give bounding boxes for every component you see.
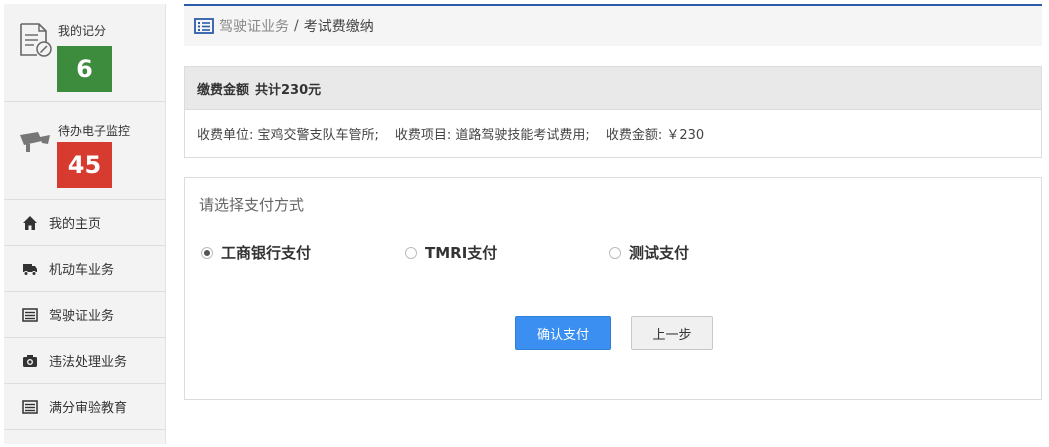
- radio-selected-dot: [204, 249, 210, 256]
- breadcrumb: 驾驶证业务 / 考试费缴纳: [184, 4, 1042, 46]
- radio-label: 测试支付: [629, 244, 690, 262]
- fee-amount: 收费金额: ￥230: [605, 128, 705, 143]
- radio-circle[interactable]: [405, 246, 417, 259]
- breadcrumb-parent-link[interactable]: 驾驶证业务: [219, 16, 289, 36]
- my-points-card[interactable]: 我的记分 6: [4, 4, 165, 102]
- sidebar-item-label: 我的主页: [49, 217, 102, 232]
- radio-circle[interactable]: [609, 246, 621, 259]
- radio-tmri-pay[interactable]: TMRI支付: [405, 242, 497, 263]
- fee-details: 收费单位: 宝鸡交警支队车管所; 收费项目: 道路驾驶技能考试费用; 收费金额:…: [185, 110, 1041, 157]
- home-icon: [23, 215, 37, 230]
- sidebar-item-vehicle[interactable]: 机动车业务: [4, 246, 165, 292]
- my-points-count: 6: [57, 46, 112, 92]
- surveillance-camera-icon: [20, 132, 50, 152]
- camera-icon: [23, 354, 37, 367]
- payment-panel: 请选择支付方式 工商银行支付 TMRI支付 测试支付 确认支付 上一步: [184, 177, 1042, 400]
- fee-total: 共计230元: [255, 82, 322, 98]
- truck-icon: [23, 263, 37, 276]
- sidebar-item-label: 机动车业务: [49, 263, 115, 278]
- sidebar-item-violation[interactable]: 违法处理业务: [4, 338, 165, 384]
- sidebar-item-label: 驾驶证业务: [49, 309, 115, 324]
- sidebar-item-license[interactable]: 驾驶证业务: [4, 292, 165, 338]
- sidebar: 我的记分 6 待办电子监控 45 我的主页 机动车业务 驾驶证业务 违法处理业务…: [4, 4, 166, 444]
- radio-icbc-pay[interactable]: 工商银行支付: [201, 242, 311, 263]
- radio-label: TMRI支付: [425, 244, 498, 262]
- previous-step-button[interactable]: 上一步: [631, 316, 713, 350]
- fee-panel-header: 缴费金额 共计230元: [185, 67, 1041, 110]
- confirm-payment-button[interactable]: 确认支付: [515, 316, 611, 350]
- my-points-label: 我的记分: [58, 24, 107, 38]
- pending-monitoring-label: 待办电子监控: [58, 124, 131, 138]
- radio-test-pay[interactable]: 测试支付: [609, 242, 689, 263]
- sidebar-item-home[interactable]: 我的主页: [4, 200, 165, 246]
- list-icon: [22, 307, 38, 322]
- breadcrumb-current: 考试费缴纳: [303, 19, 374, 35]
- document-edit-icon: [20, 23, 52, 57]
- radio-label: 工商银行支付: [221, 244, 312, 262]
- fee-unit: 收费单位: 宝鸡交警支队车管所;: [197, 128, 379, 143]
- fee-item: 收费项目: 道路驾驶技能考试费用;: [394, 128, 590, 143]
- fee-panel: 缴费金额 共计230元 收费单位: 宝鸡交警支队车管所; 收费项目: 道路驾驶技…: [184, 66, 1042, 158]
- sidebar-item-label: 违法处理业务: [49, 355, 128, 370]
- list-icon: [194, 18, 214, 34]
- fee-panel-title: 缴费金额: [197, 82, 250, 98]
- list-icon: [22, 399, 38, 414]
- payment-method-title: 请选择支付方式: [199, 196, 305, 214]
- sidebar-item-education[interactable]: 满分审验教育: [4, 384, 165, 430]
- radio-circle[interactable]: [201, 246, 213, 259]
- pending-monitoring-count: 45: [57, 142, 112, 188]
- sidebar-item-label: 满分审验教育: [49, 401, 128, 416]
- breadcrumb-separator: /: [294, 18, 299, 34]
- pending-monitoring-card[interactable]: 待办电子监控 45: [4, 102, 165, 200]
